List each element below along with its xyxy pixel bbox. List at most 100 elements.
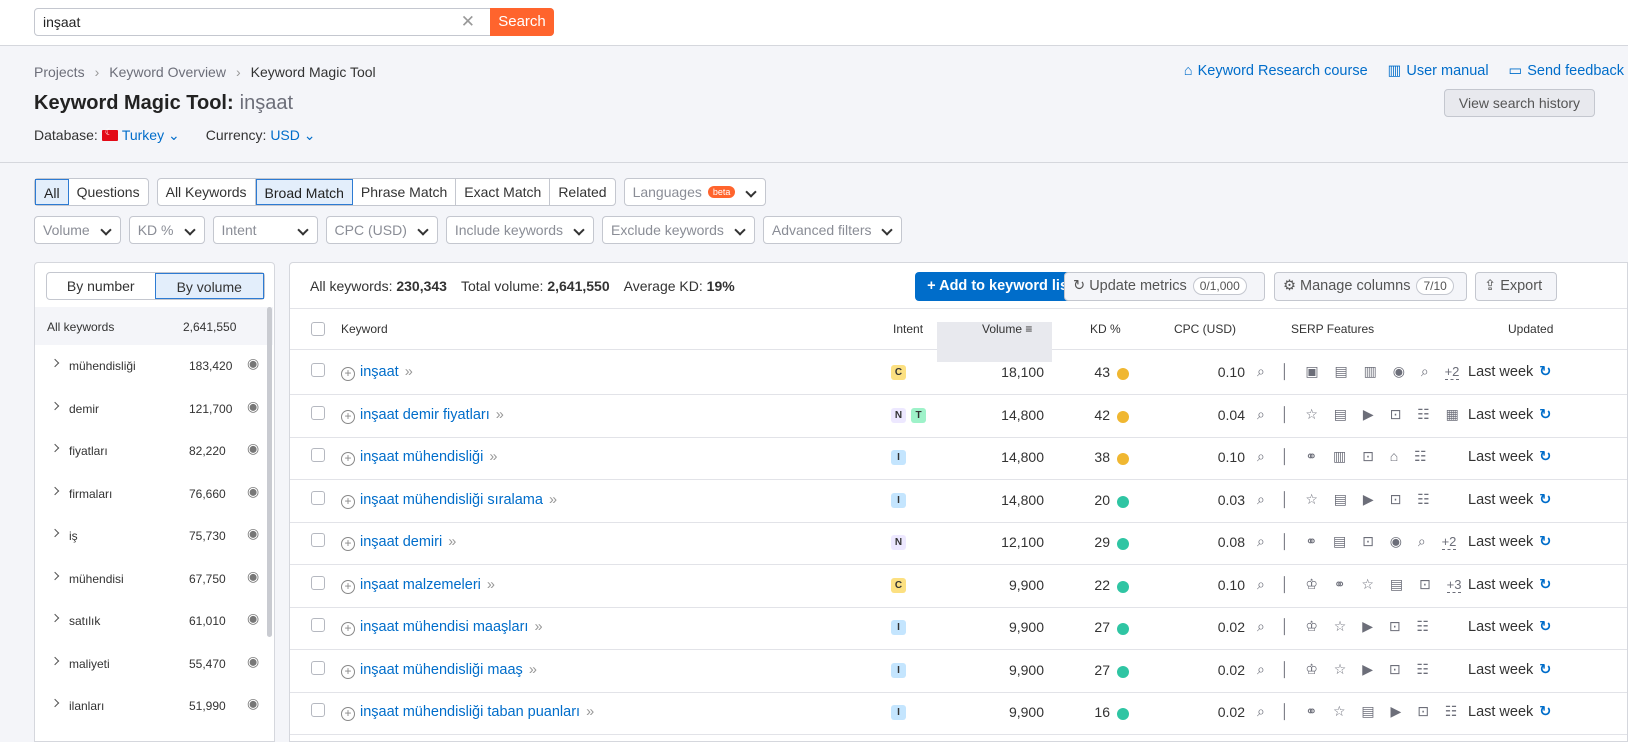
double-chevron-icon[interactable]: » (534, 619, 542, 635)
double-chevron-icon[interactable]: » (405, 364, 413, 380)
add-icon[interactable]: + (341, 537, 355, 551)
intent-badge[interactable]: C (891, 577, 906, 593)
chevron-right-icon[interactable] (50, 656, 60, 665)
double-chevron-icon[interactable]: » (529, 662, 537, 678)
tab-all[interactable]: All (35, 179, 69, 205)
manual-link[interactable]: ▥ User manual (1388, 63, 1489, 79)
chevron-right-icon[interactable] (50, 486, 60, 495)
refresh-icon[interactable]: ↻ (1539, 662, 1551, 678)
volume-filter[interactable]: Volume (34, 216, 121, 244)
sidebar-group-item[interactable]: mühendisi 67,750 ◉ (35, 558, 273, 602)
sidebar-group-item[interactable]: iş 75,730 ◉ (35, 515, 273, 559)
by-number-button[interactable]: By number (47, 273, 155, 299)
keyword-link[interactable]: + inşaat mühendisliği » (341, 449, 497, 466)
row-checkbox[interactable] (311, 448, 325, 462)
col-updated[interactable]: Updated (1508, 322, 1553, 336)
intent-badge[interactable]: N (891, 535, 906, 550)
kd-filter[interactable]: KD % (128, 216, 205, 244)
intent-badge[interactable]: I (891, 705, 906, 720)
eye-icon[interactable]: ◉ (247, 568, 259, 585)
serp-features-icons[interactable]: ⌕ │ ⚭ ▤ ⊡ ◉ ⌕ +2 (1257, 533, 1457, 550)
sidebar-group-item[interactable]: satılık 61,010 ◉ (35, 600, 273, 644)
add-icon[interactable]: + (341, 452, 355, 466)
intent-filter[interactable]: Intent (212, 216, 318, 244)
intent-badge[interactable]: I (891, 620, 906, 635)
sidebar-group-item[interactable]: maliyeti 55,470 ◉ (35, 643, 273, 687)
keyword-link[interactable]: + inşaat demiri » (341, 534, 456, 551)
refresh-icon[interactable]: ↻ (1539, 449, 1551, 465)
sidebar-group-item[interactable]: ilanları 51,990 ◉ (35, 685, 273, 729)
chevron-right-icon[interactable] (50, 401, 60, 410)
keyword-link[interactable]: + inşaat malzemeleri » (341, 577, 495, 594)
col-kd[interactable]: KD % (1090, 322, 1121, 336)
col-serp[interactable]: SERP Features (1291, 322, 1374, 336)
row-checkbox[interactable] (311, 490, 325, 505)
add-icon[interactable]: + (341, 664, 355, 679)
chevron-right-icon[interactable] (50, 358, 60, 368)
double-chevron-icon[interactable]: » (549, 492, 557, 508)
double-chevron-icon[interactable]: » (487, 577, 495, 593)
double-chevron-icon[interactable]: » (448, 534, 456, 550)
intent-badge[interactable]: I (891, 662, 906, 678)
tab-questions[interactable]: Questions (69, 179, 148, 205)
export-button[interactable]: ⇪ Export (1475, 272, 1557, 301)
add-icon[interactable]: + (341, 409, 355, 424)
refresh-icon[interactable]: ↻ (1539, 534, 1551, 550)
col-intent[interactable]: Intent (893, 322, 923, 336)
refresh-icon[interactable]: ↻ (1539, 492, 1551, 508)
row-checkbox[interactable] (311, 363, 325, 377)
course-link[interactable]: ⌂ Keyword Research course (1184, 63, 1368, 79)
refresh-icon[interactable]: ↻ (1539, 577, 1551, 593)
add-icon[interactable]: + (341, 494, 355, 509)
double-chevron-icon[interactable]: » (586, 704, 594, 720)
tab-phrase-match[interactable]: Phrase Match (353, 179, 457, 205)
refresh-icon[interactable]: ↻ (1539, 619, 1551, 635)
chevron-right-icon[interactable] (50, 528, 60, 538)
serp-features-icons[interactable]: ⌕ │ ☆ ▤ ▶ ⊡ ☷ ▦ (1257, 406, 1465, 423)
keyword-link[interactable]: + inşaat » (341, 364, 413, 381)
eye-icon[interactable]: ◉ (247, 610, 259, 627)
serp-features-icons[interactable]: ⌕ │ ♔ ☆ ▶ ⊡ ☷ (1257, 661, 1435, 678)
add-icon[interactable]: + (341, 622, 355, 636)
serp-features-icons[interactable]: ⌕ │ ⚭ ▥ ⊡ ⌂ ☷ (1257, 448, 1433, 465)
row-checkbox[interactable] (311, 618, 325, 632)
intent-badge[interactable]: I (891, 492, 906, 508)
cpc-filter[interactable]: CPC (USD) (325, 216, 438, 244)
breadcrumb-projects[interactable]: Projects (34, 64, 85, 80)
serp-features-icons[interactable]: ⌕ │ ♔ ☆ ▶ ⊡ ☷ (1257, 618, 1435, 635)
include-keywords-filter[interactable]: Include keywords (445, 216, 595, 244)
languages-dropdown[interactable]: Languages beta (623, 178, 767, 206)
keyword-link[interactable]: + inşaat mühendisi maaşları » (341, 619, 543, 636)
eye-icon[interactable]: ◉ (247, 695, 259, 712)
sidebar-group-item[interactable]: fiyatları 82,220 ◉ (35, 430, 273, 474)
feedback-link[interactable]: ▭ Send feedback (1509, 63, 1624, 79)
serp-features-icons[interactable]: ⌕ │ ▣ ▤ ▥ ◉ ⌕ +2 (1257, 363, 1460, 380)
tab-all-keywords[interactable]: All Keywords (158, 179, 256, 205)
chevron-right-icon[interactable] (50, 571, 60, 580)
more-serp-link[interactable]: +3 (1446, 576, 1462, 593)
search-input[interactable]: inşaat (43, 14, 80, 30)
add-icon[interactable]: + (341, 707, 355, 721)
exclude-keywords-filter[interactable]: Exclude keywords (602, 216, 755, 244)
double-chevron-icon[interactable]: » (489, 449, 497, 465)
row-checkbox[interactable] (311, 703, 325, 717)
sidebar-group-item[interactable]: firmaları 76,660 ◉ (35, 473, 273, 517)
col-keyword[interactable]: Keyword (341, 322, 388, 336)
add-icon[interactable]: + (341, 367, 355, 381)
tab-exact-match[interactable]: Exact Match (456, 179, 551, 205)
eye-icon[interactable]: ◉ (247, 525, 259, 542)
by-volume-button[interactable]: By volume (154, 273, 264, 299)
row-checkbox[interactable] (311, 533, 325, 547)
eye-icon[interactable]: ◉ (247, 483, 259, 500)
select-all-checkbox[interactable] (311, 322, 325, 336)
row-checkbox[interactable] (311, 575, 325, 590)
serp-features-icons[interactable]: ⌕ │ ☆ ▤ ▶ ⊡ ☷ (1257, 491, 1436, 508)
keyword-link[interactable]: + inşaat mühendisliği maaş » (341, 662, 537, 679)
chevron-right-icon[interactable] (50, 443, 60, 453)
serp-features-icons[interactable]: ⌕ │ ⚭ ☆ ▤ ▶ ⊡ ☷ (1257, 703, 1463, 720)
view-search-history-button[interactable]: View search history (1444, 89, 1595, 117)
row-checkbox[interactable] (311, 405, 325, 420)
intent-badge[interactable]: N (891, 407, 906, 423)
tab-broad-match[interactable]: Broad Match (255, 179, 353, 205)
row-checkbox[interactable] (311, 660, 325, 675)
